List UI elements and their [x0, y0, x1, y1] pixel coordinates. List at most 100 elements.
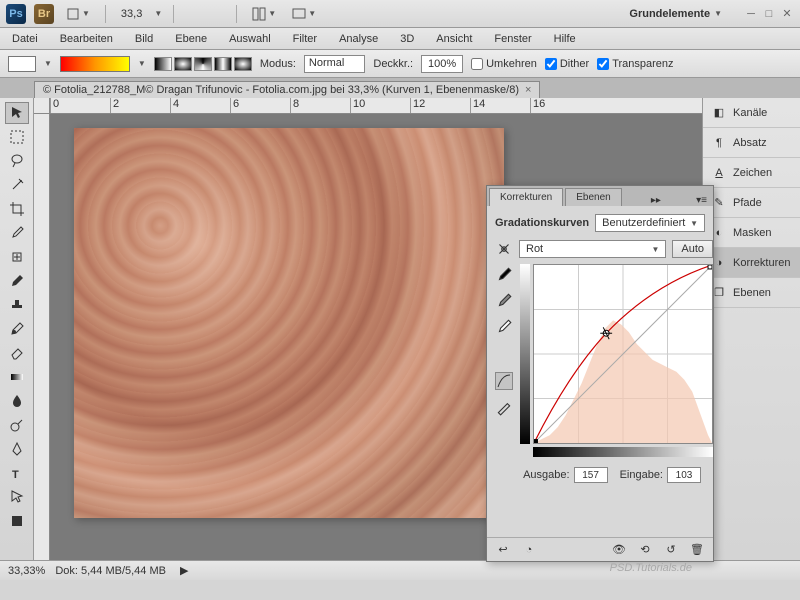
curves-preset-select[interactable]: Benutzerdefiniert▼: [595, 214, 705, 232]
menu-bearbeiten[interactable]: Bearbeiten: [56, 31, 117, 47]
history-brush-tool[interactable]: [5, 318, 29, 340]
workspace-switcher[interactable]: Grundelemente▼: [623, 8, 728, 20]
gradient-reflected-icon[interactable]: [214, 57, 232, 71]
panel-tab-ebenen[interactable]: Ebenen: [565, 188, 621, 206]
prev-state-icon[interactable]: ⟲: [637, 542, 653, 558]
move-tool[interactable]: [5, 102, 29, 124]
close-tab-icon[interactable]: ×: [525, 84, 531, 96]
options-bar: ▼ ▼ Modus: Normal Deckkr.: Umkehren Dith…: [0, 50, 800, 78]
channel-select[interactable]: Rot▼: [519, 240, 666, 258]
gradient-tool[interactable]: [5, 366, 29, 388]
umkehren-checkbox[interactable]: Umkehren: [471, 58, 537, 70]
shape-tool[interactable]: [5, 510, 29, 532]
dither-checkbox[interactable]: Dither: [545, 58, 589, 70]
arrange-docs-dropdown[interactable]: ▼: [248, 5, 280, 23]
lasso-tool[interactable]: [5, 150, 29, 172]
menu-ebene[interactable]: Ebene: [171, 31, 211, 47]
gradient-diamond-icon[interactable]: [234, 57, 252, 71]
panel-kanaele[interactable]: ◧Kanäle: [703, 98, 800, 128]
minimize-icon[interactable]: ─: [744, 7, 758, 21]
dodge-tool[interactable]: [5, 414, 29, 436]
maximize-icon[interactable]: □: [762, 7, 776, 21]
curve-mode-icon[interactable]: [495, 372, 513, 390]
menu-hilfe[interactable]: Hilfe: [550, 31, 580, 47]
right-panel-stack: ◧Kanäle ¶Absatz AZeichen ✎Pfade ◐Masken …: [702, 98, 800, 560]
delete-icon[interactable]: 🗑: [689, 542, 705, 558]
menu-auswahl[interactable]: Auswahl: [225, 31, 275, 47]
auto-button[interactable]: Auto: [672, 240, 713, 258]
panel-menu-icon[interactable]: ▾≡: [690, 195, 713, 206]
clip-icon[interactable]: ◔: [521, 542, 537, 558]
stamp-tool[interactable]: [5, 294, 29, 316]
gradient-preview[interactable]: [60, 56, 130, 72]
pen-tool[interactable]: [5, 438, 29, 460]
ausgabe-label: Ausgabe:: [523, 469, 569, 481]
panel-tab-korrekturen[interactable]: Korrekturen: [489, 188, 563, 206]
bridge-icon[interactable]: Br: [34, 4, 54, 24]
zoom-tool-icon[interactable]: [201, 12, 209, 16]
panel-ebenen[interactable]: ❐Ebenen: [703, 278, 800, 308]
pencil-mode-icon[interactable]: [495, 398, 513, 416]
layout-dropdown[interactable]: ▼: [62, 5, 94, 23]
wand-tool[interactable]: [5, 174, 29, 196]
gradient-linear-icon[interactable]: [154, 57, 172, 71]
brush-tool[interactable]: [5, 270, 29, 292]
close-icon[interactable]: ✕: [780, 7, 794, 21]
panel-zeichen[interactable]: AZeichen: [703, 158, 800, 188]
reset-icon[interactable]: ↺: [663, 542, 679, 558]
modus-label: Modus:: [260, 58, 296, 70]
toolbox: T: [0, 98, 34, 560]
eraser-tool[interactable]: [5, 342, 29, 364]
path-select-tool[interactable]: [5, 486, 29, 508]
panel-korrekturen[interactable]: ◑Korrekturen: [703, 248, 800, 278]
heal-tool[interactable]: [5, 246, 29, 268]
black-eyedropper-icon[interactable]: [495, 266, 513, 284]
gradient-type-group: [154, 57, 252, 71]
menu-bild[interactable]: Bild: [131, 31, 157, 47]
gray-eyedropper-icon[interactable]: [495, 292, 513, 310]
blur-tool[interactable]: [5, 390, 29, 412]
eyedropper-tool[interactable]: [5, 222, 29, 244]
return-icon[interactable]: ↩: [495, 542, 511, 558]
panel-pfade[interactable]: ✎Pfade: [703, 188, 800, 218]
document-tab[interactable]: © Fotolia_212788_M© Dragan Trifunovic - …: [34, 81, 540, 98]
menu-analyse[interactable]: Analyse: [335, 31, 382, 47]
ausgabe-input[interactable]: [574, 467, 608, 483]
screen-mode-dropdown[interactable]: ▼: [288, 5, 320, 23]
menu-datei[interactable]: Datei: [8, 31, 42, 47]
status-zoom[interactable]: 33,33%: [8, 565, 45, 577]
hand-tool-icon[interactable]: [185, 12, 193, 16]
menu-fenster[interactable]: Fenster: [490, 31, 535, 47]
output-gradient: [520, 264, 530, 444]
white-eyedropper-icon[interactable]: [495, 318, 513, 336]
photoshop-icon[interactable]: Ps: [6, 4, 26, 24]
type-tool[interactable]: T: [5, 462, 29, 484]
menu-3d[interactable]: 3D: [396, 31, 418, 47]
deckr-label: Deckkr.:: [373, 58, 413, 70]
gradient-angle-icon[interactable]: [194, 57, 212, 71]
channels-icon: ◧: [711, 105, 727, 121]
panel-absatz[interactable]: ¶Absatz: [703, 128, 800, 158]
eingabe-input[interactable]: [667, 467, 701, 483]
modus-select[interactable]: Normal: [304, 55, 365, 73]
marquee-tool[interactable]: [5, 126, 29, 148]
transparenz-checkbox[interactable]: Transparenz: [597, 58, 673, 70]
panel-expand-icon[interactable]: ▸▸: [645, 195, 667, 206]
target-adjust-icon[interactable]: [495, 240, 513, 258]
curves-panel: Korrekturen Ebenen ▸▸ ▾≡ Gradationskurve…: [486, 185, 714, 562]
opacity-input[interactable]: [421, 55, 463, 73]
workspace-label-text: Grundelemente: [629, 8, 710, 20]
gradient-radial-icon[interactable]: [174, 57, 192, 71]
document-image[interactable]: [74, 128, 504, 518]
document-tab-title: © Fotolia_212788_M© Dragan Trifunovic - …: [43, 84, 519, 96]
crop-tool[interactable]: [5, 198, 29, 220]
rotate-view-icon[interactable]: [217, 12, 225, 16]
curve-graph[interactable]: [533, 264, 713, 444]
menu-ansicht[interactable]: Ansicht: [432, 31, 476, 47]
zoom-percentage[interactable]: 33,3: [117, 8, 146, 20]
menu-filter[interactable]: Filter: [289, 31, 321, 47]
paragraph-icon: ¶: [711, 135, 727, 151]
tool-preset-icon[interactable]: [8, 56, 36, 72]
visibility-icon[interactable]: 👁: [611, 542, 627, 558]
panel-masken[interactable]: ◐Masken: [703, 218, 800, 248]
